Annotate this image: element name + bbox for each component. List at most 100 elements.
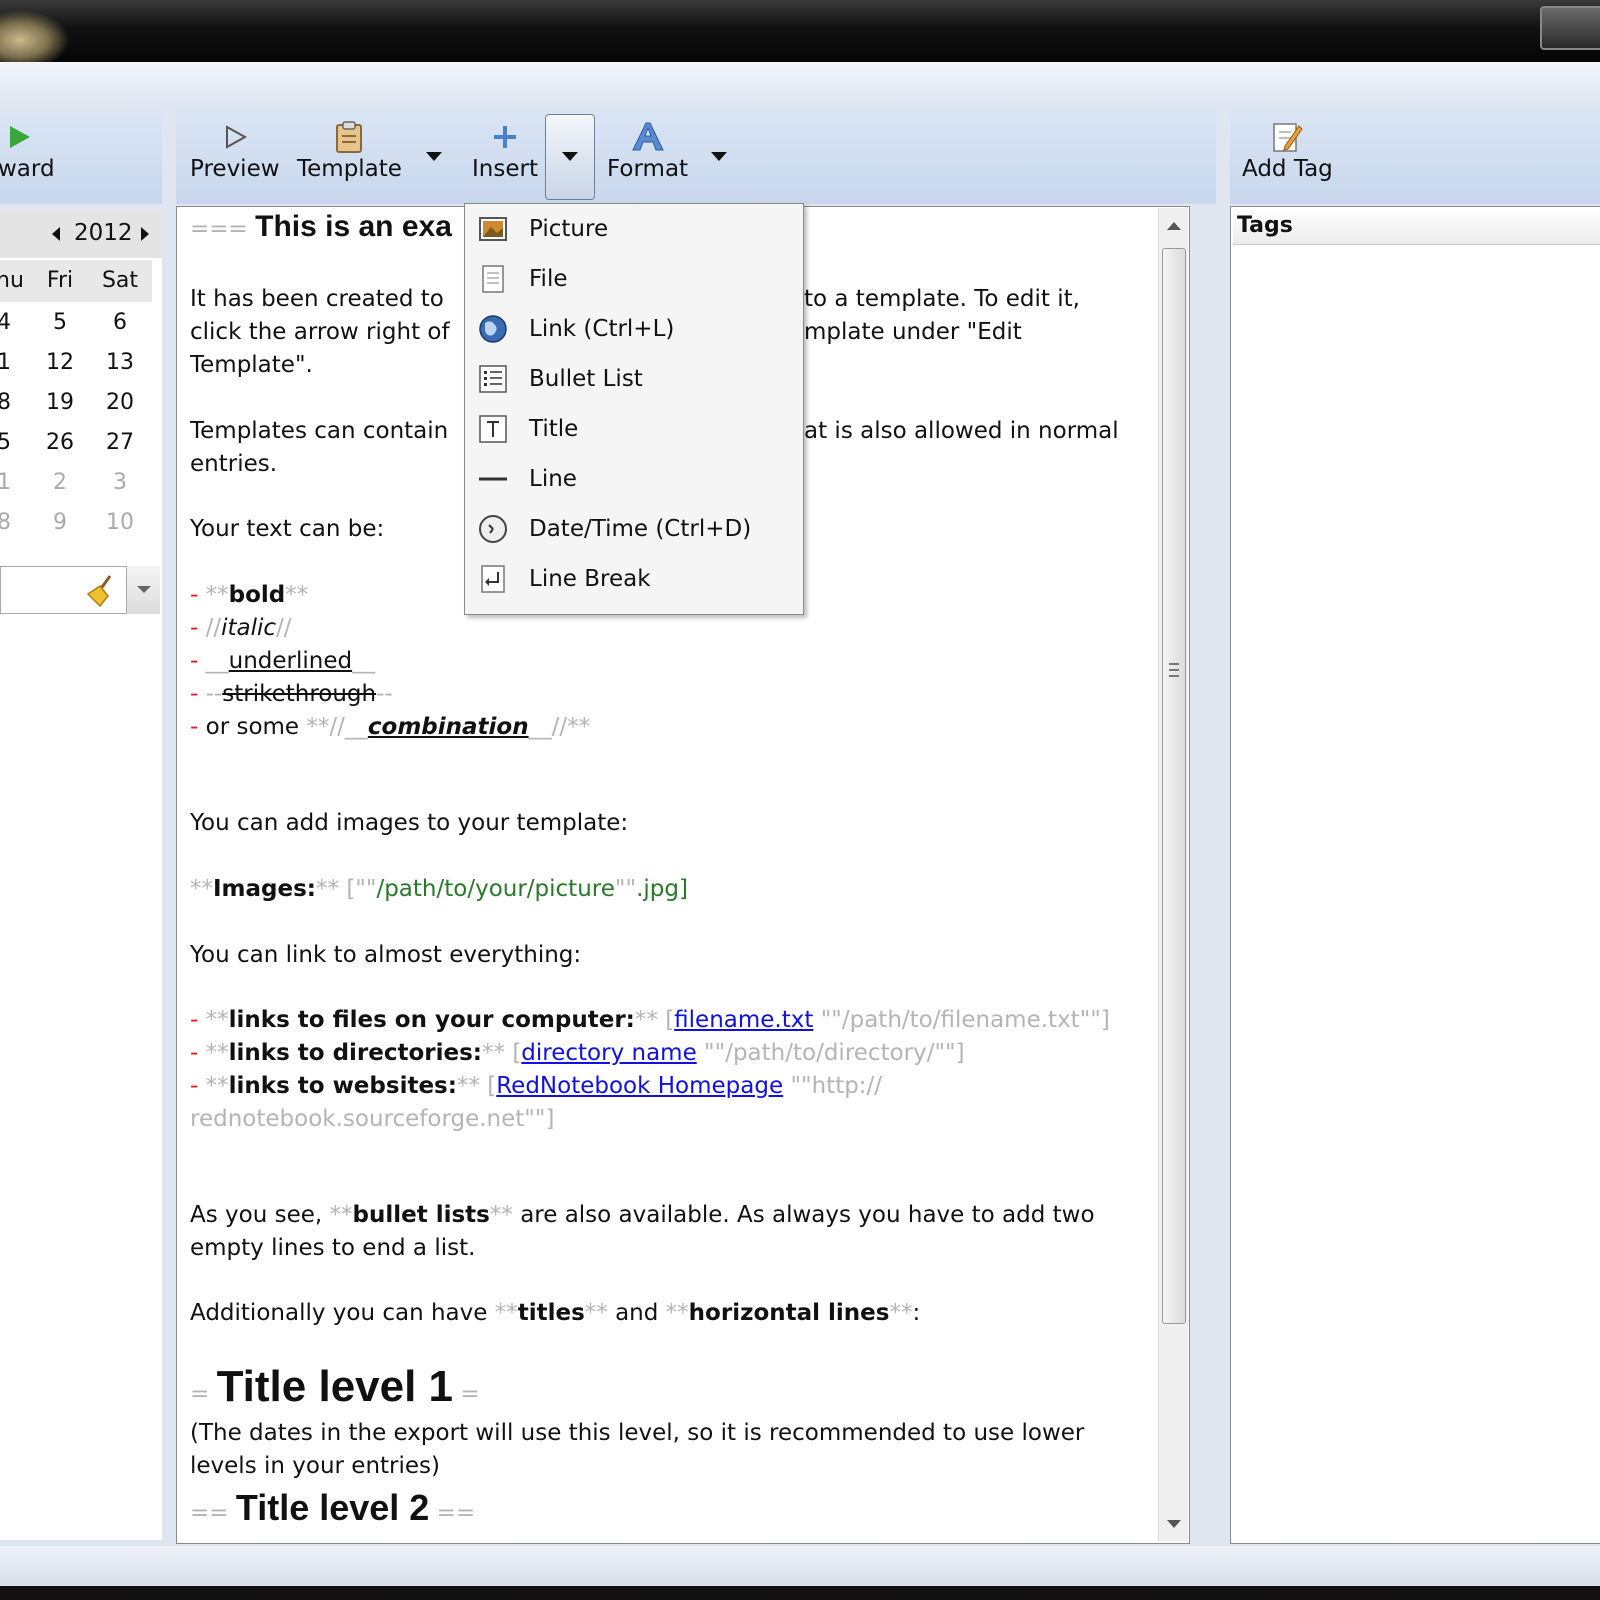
markup: // [205,615,222,641]
text: It has been created to [190,286,444,312]
format-dropdown-arrow[interactable] [711,152,727,161]
template-button[interactable]: Template [297,118,402,182]
scroll-up-arrow[interactable] [1167,222,1181,230]
menu-item-title[interactable]: Title [467,404,801,454]
markup: __ [352,648,376,674]
add-tag-label: Add Tag [1242,156,1333,182]
bullet: - [190,714,199,740]
markup: ""http:// [790,1073,883,1099]
calendar-day[interactable]: 8 [0,390,34,415]
prev-year-arrow[interactable] [52,227,60,241]
globe-icon [467,313,519,345]
list-item-bold: - **bold** [190,582,308,608]
search-dropdown-button[interactable] [126,566,160,614]
editor-line: to a template. To edit it, [804,286,1080,312]
format-button[interactable]: Format [607,118,688,182]
editor-line: rednotebook.sourceforge.net""] [190,1106,554,1132]
window-close-button[interactable] [1540,6,1600,50]
calendar-day[interactable]: 3 [90,470,150,495]
calendar-day[interactable]: 27 [90,430,150,455]
text: Template". [190,352,313,378]
bullet: - [190,648,199,674]
heading-text: Title level 2 [235,1487,430,1528]
insert-button[interactable]: Insert [472,118,538,182]
editor-line: Templates can contain [190,418,448,444]
markup: ** [482,1040,505,1066]
editor-line: **Images:** [""/path/to/your/picture"".j… [190,876,688,902]
calendar-day[interactable]: 1 [0,350,34,375]
menu-item-label: Line Break [529,566,651,592]
clear-search-icon[interactable] [84,572,120,612]
menu-item-link[interactable]: Link (Ctrl+L) [467,304,801,354]
forward-button[interactable]: ward [0,118,55,182]
directory-link[interactable]: directory name [521,1040,696,1066]
text: links to files on your computer: [228,1007,635,1033]
markup: -- [376,681,393,707]
calendar-day[interactable]: 12 [30,350,90,375]
text: : [912,1300,921,1326]
calendar-day[interactable]: 5 [30,310,90,335]
menu-item-picture[interactable]: Picture [467,204,801,254]
calendar-day[interactable]: 13 [90,350,150,375]
template-dropdown-arrow[interactable] [426,152,442,161]
calendar-day[interactable]: 19 [30,390,90,415]
bullet: - [190,1040,199,1066]
text: and [615,1300,659,1326]
editor-scrollbar[interactable] [1158,208,1188,1542]
text: Images: [213,876,316,902]
calendar-day[interactable]: 10 [90,510,150,535]
calendar-day[interactable]: 5 [0,430,34,455]
editor-line: Additionally you can have **titles** and… [190,1300,920,1326]
calendar-day[interactable]: 6 [90,310,150,335]
website-link[interactable]: RedNotebook Homepage [496,1073,783,1099]
scrollbar-thumb[interactable] [1162,248,1186,1324]
text: underlined [228,648,353,674]
editor-line: levels in your entries) [190,1453,440,1479]
editor-line: You can add images to your template: [190,810,628,836]
calendar-day[interactable]: 1 [0,470,34,495]
menu-item-bullet-list[interactable]: Bullet List [467,354,801,404]
next-year-arrow[interactable] [141,227,149,241]
template-label: Template [297,156,402,182]
calendar-day[interactable]: 4 [0,310,34,335]
tags-column-header[interactable]: Tags [1233,209,1600,245]
file-icon [467,264,519,294]
image-ext: .jpg] [636,876,688,902]
text: to a template. To edit it, [804,286,1080,312]
calendar-day[interactable]: 8 [0,510,34,535]
calendar-day[interactable]: 9 [30,510,90,535]
calendar-day[interactable]: 26 [30,430,90,455]
markup: ** [584,1300,608,1326]
horizontal-line-icon [467,474,519,484]
calendar: 2012 hu Fri Sat 4 5 6 1 12 13 8 19 20 5 … [0,210,162,1540]
heading-text: Title level 1 [216,1362,454,1411]
text: horizontal lines [688,1300,890,1326]
menu-item-label: Line [529,466,577,492]
weekday-label: Fri [46,268,74,293]
play-icon [221,118,249,156]
markup: ** [889,1300,913,1326]
menu-item-file[interactable]: File [467,254,801,304]
grip-line [1169,669,1179,671]
calendar-day[interactable]: 2 [30,470,90,495]
menu-item-datetime[interactable]: Date/Time (Ctrl+D) [467,504,801,554]
menu-item-label: Date/Time (Ctrl+D) [529,516,752,542]
menu-item-line[interactable]: Line [467,454,801,504]
calendar-day[interactable]: 20 [90,390,150,415]
preview-button[interactable]: Preview [190,118,280,182]
menu-item-line-break[interactable]: Line Break [467,554,801,604]
window-titlebar [0,0,1600,70]
file-link[interactable]: filename.txt [674,1007,813,1033]
add-tag-button[interactable]: Add Tag [1242,118,1333,182]
insert-dropdown-button[interactable] [545,114,595,200]
text: levels in your entries) [190,1453,440,1479]
markup: == [190,1500,229,1526]
font-icon [629,118,667,156]
markup: "" [614,876,637,902]
scroll-down-arrow[interactable] [1167,1520,1181,1528]
editor-line: You can link to almost everything: [190,942,581,968]
editor-line: (The dates in the export will use this l… [190,1420,1084,1446]
text: combination [367,714,529,740]
list-item-italic: - //italic// [190,615,292,641]
editor-line: empty lines to end a list. [190,1235,475,1261]
